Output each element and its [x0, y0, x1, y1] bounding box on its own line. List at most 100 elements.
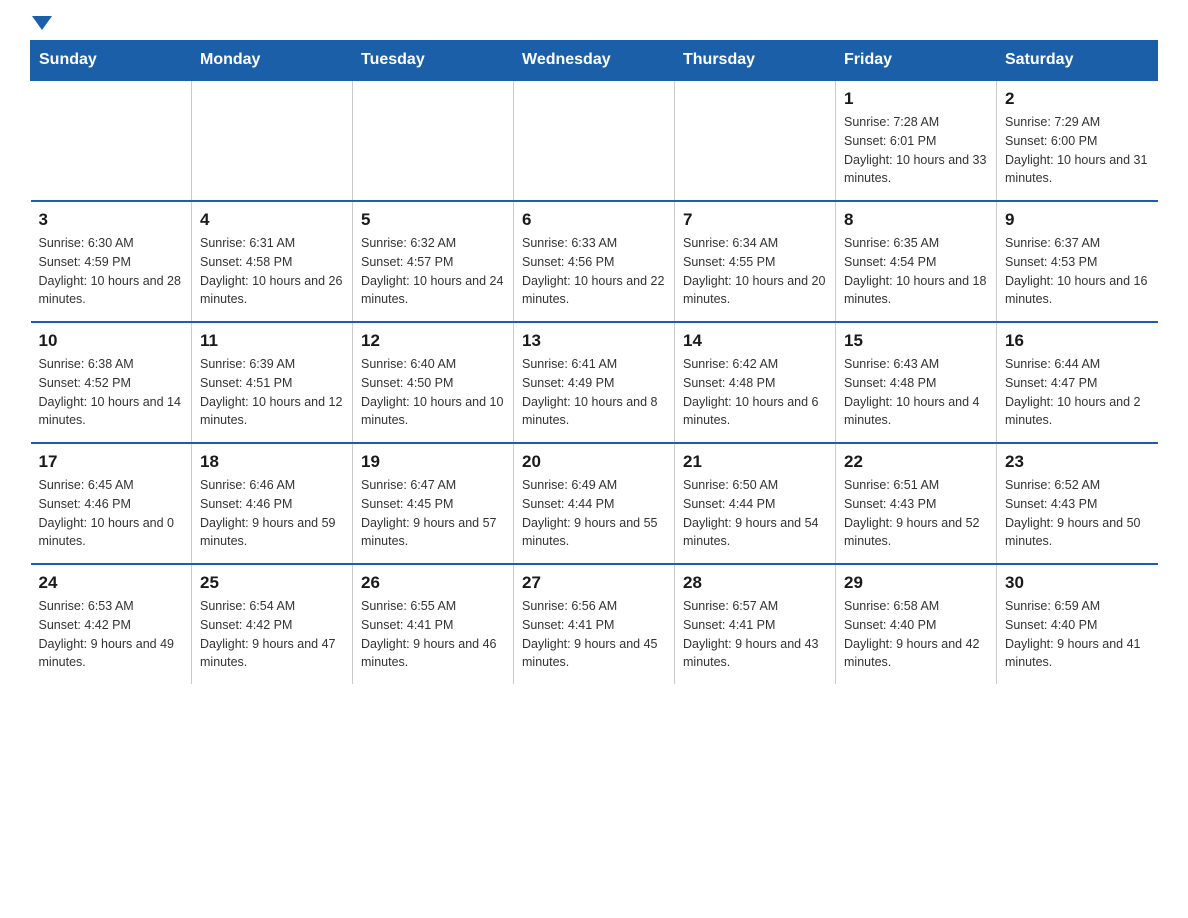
day-info: Sunrise: 6:39 AMSunset: 4:51 PMDaylight:…: [200, 355, 344, 430]
day-info: Sunrise: 6:59 AMSunset: 4:40 PMDaylight:…: [1005, 597, 1150, 672]
day-info: Sunrise: 6:52 AMSunset: 4:43 PMDaylight:…: [1005, 476, 1150, 551]
calendar-body: 1 Sunrise: 7:28 AMSunset: 6:01 PMDaylight…: [31, 80, 1158, 684]
header: [30, 20, 1158, 30]
week-row-2: 3Sunrise: 6:30 AMSunset: 4:59 PMDaylight…: [31, 201, 1158, 322]
day-number: 21: [683, 452, 827, 472]
day-cell: 24 Sunrise: 6:53 AMSunset: 4:42 PMDayligh…: [31, 564, 192, 684]
day-info: Sunrise: 6:35 AMSunset: 4:54 PMDaylight:…: [844, 234, 988, 309]
weekday-header-thursday: Thursday: [675, 41, 836, 81]
day-info: Sunrise: 7:28 AMSunset: 6:01 PMDaylight:…: [844, 113, 988, 188]
day-cell: 6Sunrise: 6:33 AMSunset: 4:56 PMDaylight…: [514, 201, 675, 322]
day-cell: 4 Sunrise: 6:31 AMSunset: 4:58 PMDaylight…: [192, 201, 353, 322]
day-cell: 23Sunrise: 6:52 AMSunset: 4:43 PMDayligh…: [997, 443, 1158, 564]
day-cell: 11 Sunrise: 6:39 AMSunset: 4:51 PMDayligh…: [192, 322, 353, 443]
calendar-table: SundayMondayTuesdayWednesdayThursdayFrid…: [30, 40, 1158, 684]
day-info: Sunrise: 6:54 AMSunset: 4:42 PMDaylight:…: [200, 597, 344, 672]
day-cell: 2 Sunrise: 7:29 AMSunset: 6:00 PMDaylight…: [997, 80, 1158, 201]
day-number: 19: [361, 452, 505, 472]
day-info: Sunrise: 6:43 AMSunset: 4:48 PMDaylight:…: [844, 355, 988, 430]
day-number: 30: [1005, 573, 1150, 593]
day-info: Sunrise: 6:50 AMSunset: 4:44 PMDaylight:…: [683, 476, 827, 551]
day-info: Sunrise: 7:29 AMSunset: 6:00 PMDaylight:…: [1005, 113, 1150, 188]
day-number: 24: [39, 573, 184, 593]
day-number: 4: [200, 210, 344, 230]
weekday-header-tuesday: Tuesday: [353, 41, 514, 81]
day-number: 3: [39, 210, 184, 230]
day-cell: 29 Sunrise: 6:58 AMSunset: 4:40 PMDayligh…: [836, 564, 997, 684]
day-info: Sunrise: 6:56 AMSunset: 4:41 PMDaylight:…: [522, 597, 666, 672]
day-cell: 19 Sunrise: 6:47 AMSunset: 4:45 PMDayligh…: [353, 443, 514, 564]
weekday-header-friday: Friday: [836, 41, 997, 81]
day-cell: 7Sunrise: 6:34 AMSunset: 4:55 PMDaylight…: [675, 201, 836, 322]
week-row-5: 24 Sunrise: 6:53 AMSunset: 4:42 PMDayligh…: [31, 564, 1158, 684]
day-number: 1: [844, 89, 988, 109]
day-number: 25: [200, 573, 344, 593]
day-number: 15: [844, 331, 988, 351]
logo-area: [30, 20, 52, 30]
day-number: 9: [1005, 210, 1150, 230]
day-info: Sunrise: 6:51 AMSunset: 4:43 PMDaylight:…: [844, 476, 988, 551]
day-number: 29: [844, 573, 988, 593]
day-info: Sunrise: 6:31 AMSunset: 4:58 PMDaylight:…: [200, 234, 344, 309]
day-number: 27: [522, 573, 666, 593]
day-cell: 1 Sunrise: 7:28 AMSunset: 6:01 PMDaylight…: [836, 80, 997, 201]
day-number: 28: [683, 573, 827, 593]
day-info: Sunrise: 6:46 AMSunset: 4:46 PMDaylight:…: [200, 476, 344, 551]
day-cell: 14 Sunrise: 6:42 AMSunset: 4:48 PMDayligh…: [675, 322, 836, 443]
day-number: 18: [200, 452, 344, 472]
day-number: 2: [1005, 89, 1150, 109]
day-info: Sunrise: 6:32 AMSunset: 4:57 PMDaylight:…: [361, 234, 505, 309]
day-cell: 28 Sunrise: 6:57 AMSunset: 4:41 PMDayligh…: [675, 564, 836, 684]
logo-triangle-icon: [32, 16, 52, 30]
day-info: Sunrise: 6:47 AMSunset: 4:45 PMDaylight:…: [361, 476, 505, 551]
weekday-header-wednesday: Wednesday: [514, 41, 675, 81]
calendar-header: SundayMondayTuesdayWednesdayThursdayFrid…: [31, 41, 1158, 81]
day-cell: [353, 80, 514, 201]
day-number: 7: [683, 210, 827, 230]
weekday-header-saturday: Saturday: [997, 41, 1158, 81]
day-info: Sunrise: 6:37 AMSunset: 4:53 PMDaylight:…: [1005, 234, 1150, 309]
day-number: 14: [683, 331, 827, 351]
day-number: 12: [361, 331, 505, 351]
day-info: Sunrise: 6:40 AMSunset: 4:50 PMDaylight:…: [361, 355, 505, 430]
week-row-3: 10Sunrise: 6:38 AMSunset: 4:52 PMDayligh…: [31, 322, 1158, 443]
day-info: Sunrise: 6:57 AMSunset: 4:41 PMDaylight:…: [683, 597, 827, 672]
day-cell: 15 Sunrise: 6:43 AMSunset: 4:48 PMDayligh…: [836, 322, 997, 443]
day-number: 26: [361, 573, 505, 593]
day-info: Sunrise: 6:38 AMSunset: 4:52 PMDaylight:…: [39, 355, 184, 430]
day-cell: 25 Sunrise: 6:54 AMSunset: 4:42 PMDayligh…: [192, 564, 353, 684]
day-number: 11: [200, 331, 344, 351]
day-cell: 9 Sunrise: 6:37 AMSunset: 4:53 PMDaylight…: [997, 201, 1158, 322]
day-number: 8: [844, 210, 988, 230]
day-cell: 18 Sunrise: 6:46 AMSunset: 4:46 PMDayligh…: [192, 443, 353, 564]
day-info: Sunrise: 6:55 AMSunset: 4:41 PMDaylight:…: [361, 597, 505, 672]
day-number: 5: [361, 210, 505, 230]
day-number: 13: [522, 331, 666, 351]
weekday-header-sunday: Sunday: [31, 41, 192, 81]
day-cell: 26 Sunrise: 6:55 AMSunset: 4:41 PMDayligh…: [353, 564, 514, 684]
day-number: 6: [522, 210, 666, 230]
day-number: 17: [39, 452, 184, 472]
page-wrapper: SundayMondayTuesdayWednesdayThursdayFrid…: [0, 0, 1188, 714]
day-info: Sunrise: 6:44 AMSunset: 4:47 PMDaylight:…: [1005, 355, 1150, 430]
day-cell: 16Sunrise: 6:44 AMSunset: 4:47 PMDayligh…: [997, 322, 1158, 443]
weekday-header-monday: Monday: [192, 41, 353, 81]
day-cell: 17 Sunrise: 6:45 AMSunset: 4:46 PMDayligh…: [31, 443, 192, 564]
day-cell: [514, 80, 675, 201]
day-cell: [675, 80, 836, 201]
day-info: Sunrise: 6:58 AMSunset: 4:40 PMDaylight:…: [844, 597, 988, 672]
day-cell: 3Sunrise: 6:30 AMSunset: 4:59 PMDaylight…: [31, 201, 192, 322]
day-cell: 8 Sunrise: 6:35 AMSunset: 4:54 PMDaylight…: [836, 201, 997, 322]
day-info: Sunrise: 6:42 AMSunset: 4:48 PMDaylight:…: [683, 355, 827, 430]
day-number: 22: [844, 452, 988, 472]
day-cell: 22 Sunrise: 6:51 AMSunset: 4:43 PMDayligh…: [836, 443, 997, 564]
day-cell: 13Sunrise: 6:41 AMSunset: 4:49 PMDayligh…: [514, 322, 675, 443]
day-info: Sunrise: 6:45 AMSunset: 4:46 PMDaylight:…: [39, 476, 184, 551]
week-row-1: 1 Sunrise: 7:28 AMSunset: 6:01 PMDaylight…: [31, 80, 1158, 201]
day-cell: 12 Sunrise: 6:40 AMSunset: 4:50 PMDayligh…: [353, 322, 514, 443]
weekday-header-row: SundayMondayTuesdayWednesdayThursdayFrid…: [31, 41, 1158, 81]
day-number: 20: [522, 452, 666, 472]
week-row-4: 17 Sunrise: 6:45 AMSunset: 4:46 PMDayligh…: [31, 443, 1158, 564]
day-info: Sunrise: 6:53 AMSunset: 4:42 PMDaylight:…: [39, 597, 184, 672]
day-cell: 20Sunrise: 6:49 AMSunset: 4:44 PMDayligh…: [514, 443, 675, 564]
